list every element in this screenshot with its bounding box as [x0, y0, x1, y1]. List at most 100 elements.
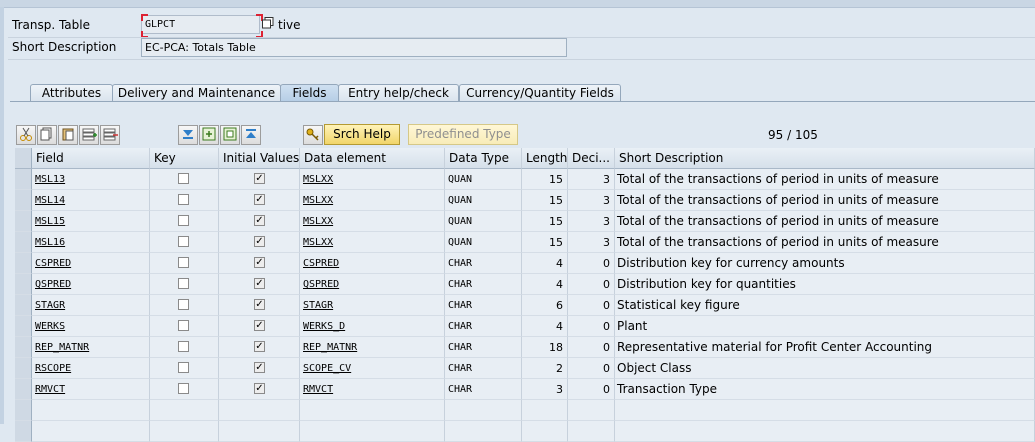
initial-values-checkbox[interactable]: ✓	[254, 194, 265, 205]
row-selector[interactable]	[15, 379, 32, 400]
cell-decimals[interactable]: 3	[568, 211, 615, 232]
key-checkbox[interactable]	[178, 173, 189, 184]
row-selector[interactable]	[15, 190, 32, 211]
cell-data-element[interactable]: REP_MATNR	[300, 337, 445, 358]
cell-field[interactable]: QSPRED	[32, 274, 150, 295]
cell-length[interactable]	[522, 400, 568, 421]
cell-decimals[interactable]: 0	[568, 337, 615, 358]
cell-field[interactable]: MSL14	[32, 190, 150, 211]
table-row[interactable]: MSL15 ✓ MSLXX QUAN 15 3 Total of the transacti…	[15, 211, 1035, 232]
paste-icon[interactable]	[58, 125, 78, 145]
table-row[interactable]: CSPRED ✓ CSPRED CHAR 4 0 Distribution key for …	[15, 253, 1035, 274]
row-selector[interactable]	[15, 295, 32, 316]
cell-data-element[interactable]: WERKS_D	[300, 316, 445, 337]
col-key[interactable]: Key	[150, 148, 219, 169]
cell-decimals[interactable]: 0	[568, 316, 615, 337]
table-row[interactable]: MSL13 ✓ MSLXX QUAN 15 3 Total of the transacti…	[15, 169, 1035, 190]
row-selector[interactable]	[15, 358, 32, 379]
initial-values-checkbox[interactable]: ✓	[254, 383, 265, 394]
cell-data-element[interactable]: RMVCT	[300, 379, 445, 400]
row-selector[interactable]	[15, 253, 32, 274]
cell-data-type[interactable]: CHAR	[445, 379, 522, 400]
cell-length[interactable]: 2	[522, 358, 568, 379]
col-decimals[interactable]: Deci...	[568, 148, 615, 169]
col-length[interactable]: Length	[522, 148, 568, 169]
table-row[interactable]: QSPRED ✓ QSPRED CHAR 4 0 Distribution key for …	[15, 274, 1035, 295]
initial-values-checkbox[interactable]: ✓	[254, 257, 265, 268]
key-checkbox[interactable]	[178, 341, 189, 352]
col-field[interactable]: Field	[32, 148, 150, 169]
cell-length[interactable]: 15	[522, 190, 568, 211]
tab-entry-help-check[interactable]: Entry help/check	[338, 84, 459, 102]
tab-delivery-maintenance[interactable]: Delivery and Maintenance	[112, 84, 281, 102]
cell-field[interactable]: MSL13	[32, 169, 150, 190]
initial-values-checkbox[interactable]: ✓	[254, 320, 265, 331]
tab-currency-quantity[interactable]: Currency/Quantity Fields	[459, 84, 621, 102]
key-checkbox[interactable]	[178, 236, 189, 247]
cell-field[interactable]: MSL16	[32, 232, 150, 253]
cell-field[interactable]	[32, 400, 150, 421]
predefined-type-button[interactable]: Predefined Type	[408, 124, 518, 145]
cell-length[interactable]: 15	[522, 169, 568, 190]
cell-data-element[interactable]: SCOPE_CV	[300, 358, 445, 379]
cell-field[interactable]: WERKS	[32, 316, 150, 337]
table-row-empty[interactable]	[15, 400, 1035, 421]
cell-data-type[interactable]: CHAR	[445, 295, 522, 316]
tab-attributes[interactable]: Attributes	[30, 84, 113, 102]
cell-decimals[interactable]: 0	[568, 295, 615, 316]
cell-length[interactable]: 6	[522, 295, 568, 316]
cell-length[interactable]: 4	[522, 253, 568, 274]
table-row[interactable]: STAGR ✓ STAGR CHAR 6 0 Statistical key figure	[15, 295, 1035, 316]
row-selector[interactable]	[15, 421, 32, 442]
cell-data-type[interactable]: CHAR	[445, 337, 522, 358]
cell-field[interactable]: CSPRED	[32, 253, 150, 274]
key-checkbox[interactable]	[178, 194, 189, 205]
row-selector[interactable]	[15, 400, 32, 421]
cell-decimals[interactable]: 3	[568, 232, 615, 253]
cell-decimals[interactable]: 3	[568, 190, 615, 211]
cell-data-type[interactable]: QUAN	[445, 169, 522, 190]
cell-decimals[interactable]: 0	[568, 358, 615, 379]
cell-field[interactable]	[32, 421, 150, 442]
initial-values-checkbox[interactable]: ✓	[254, 362, 265, 373]
cell-data-type[interactable]	[445, 421, 522, 442]
initial-values-checkbox[interactable]: ✓	[254, 341, 265, 352]
transp-table-field[interactable]: GLPCT	[141, 15, 260, 34]
key-checkbox[interactable]	[178, 257, 189, 268]
cell-decimals[interactable]: 0	[568, 379, 615, 400]
cell-decimals[interactable]: 3	[568, 169, 615, 190]
copy-icon[interactable]	[37, 125, 57, 145]
cell-length[interactable]: 15	[522, 232, 568, 253]
cell-length[interactable]	[522, 421, 568, 442]
row-selector[interactable]	[15, 337, 32, 358]
table-row[interactable]: MSL14 ✓ MSLXX QUAN 15 3 Total of the transacti…	[15, 190, 1035, 211]
initial-values-checkbox[interactable]: ✓	[254, 236, 265, 247]
key-help-icon[interactable]	[303, 125, 323, 145]
srch-help-button[interactable]: Srch Help	[324, 124, 400, 145]
cell-decimals[interactable]: 0	[568, 274, 615, 295]
col-initial-values[interactable]: Initial Values	[219, 148, 300, 169]
cell-data-type[interactable]: CHAR	[445, 253, 522, 274]
row-selector[interactable]	[15, 211, 32, 232]
row-selector[interactable]	[15, 169, 32, 190]
cell-data-element[interactable]: MSLXX	[300, 211, 445, 232]
copy-field-icon[interactable]	[220, 125, 240, 145]
short-desc-field[interactable]: EC-PCA: Totals Table	[141, 38, 567, 57]
cell-data-element[interactable]: MSLXX	[300, 232, 445, 253]
cell-data-type[interactable]: QUAN	[445, 211, 522, 232]
table-row[interactable]: WERKS ✓ WERKS_D CHAR 4 0 Plant	[15, 316, 1035, 337]
cell-length[interactable]: 4	[522, 316, 568, 337]
cell-decimals[interactable]	[568, 421, 615, 442]
select-all-corner[interactable]	[15, 148, 32, 169]
cell-field[interactable]: RSCOPE	[32, 358, 150, 379]
tab-fields[interactable]: Fields	[280, 84, 339, 102]
cell-data-type[interactable]: CHAR	[445, 316, 522, 337]
copy-window-icon[interactable]	[262, 17, 274, 29]
table-row[interactable]: MSL16 ✓ MSLXX QUAN 15 3 Total of the transacti…	[15, 232, 1035, 253]
cell-data-type[interactable]: CHAR	[445, 358, 522, 379]
cell-data-type[interactable]: CHAR	[445, 274, 522, 295]
initial-values-checkbox[interactable]: ✓	[254, 278, 265, 289]
cell-field[interactable]: STAGR	[32, 295, 150, 316]
cell-data-element[interactable]: CSPRED	[300, 253, 445, 274]
cell-field[interactable]: RMVCT	[32, 379, 150, 400]
